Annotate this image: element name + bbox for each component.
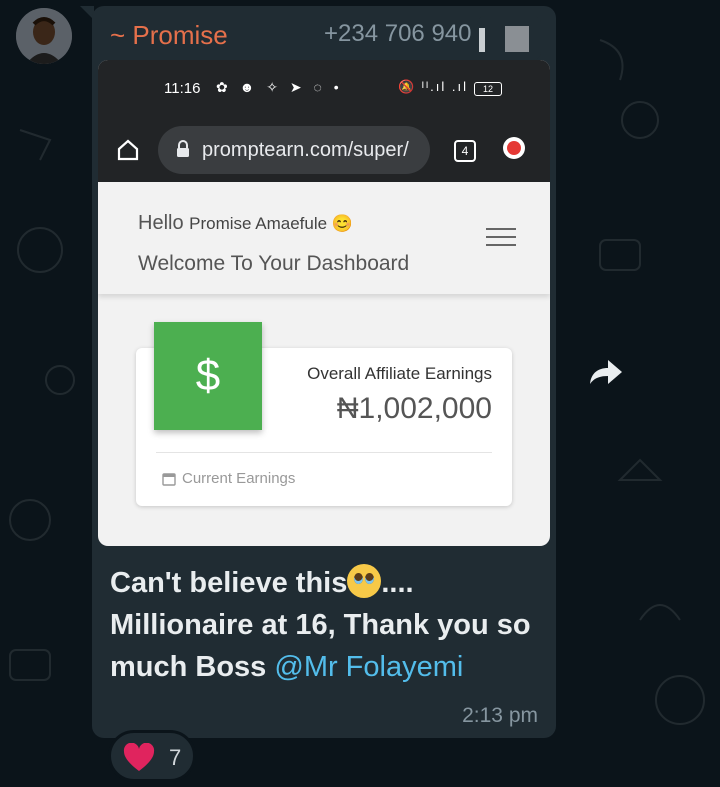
notification-icons: ✿ ☻ ✧ ➤ ◌ •	[216, 79, 343, 95]
message-line1: Can't believe this	[110, 567, 348, 599]
sender-name[interactable]: ~ Promise	[110, 20, 228, 51]
address-bar[interactable]: promptearn.com/super/	[158, 126, 430, 174]
tabs-icon[interactable]: 4	[454, 140, 476, 162]
status-time: 11:16	[164, 80, 201, 97]
menu-icon[interactable]	[486, 228, 516, 248]
battery-icon: 12	[474, 82, 502, 96]
earnings-value: ₦1,002,000	[336, 392, 492, 425]
user-name: Promise Amaefule 😊	[189, 214, 353, 233]
avatar[interactable]	[16, 8, 72, 64]
dollar-icon: $	[154, 322, 262, 430]
message-bubble[interactable]: ~ Promise +234 706 940 11:16 ✿ ☻ ✧ ➤ ◌ •…	[92, 6, 556, 738]
heart-icon	[123, 743, 155, 771]
greeting: Hello Promise Amaefule 😊	[138, 212, 353, 235]
message-timestamp: 2:13 pm	[462, 704, 538, 727]
sender-phone: +234 706 940	[324, 20, 472, 47]
welcome-text: Welcome To Your Dashboard	[138, 252, 410, 275]
browser-toolbar: promptearn.com/super/ 4	[98, 118, 550, 182]
update-icon[interactable]	[503, 137, 525, 159]
url-text: promptearn.com/super/	[202, 139, 409, 161]
attached-image[interactable]: 11:16 ✿ ☻ ✧ ➤ ◌ • 🔕 ᴵᴵ.ıl .ıl 12 prompte…	[98, 60, 550, 546]
pleading-face-emoji	[347, 564, 382, 598]
signal-icons: 🔕 ᴵᴵ.ıl .ıl	[398, 79, 468, 94]
redaction-block	[477, 16, 541, 60]
reaction-count: 7	[169, 745, 182, 770]
message-text: Can't believe this.... Millionaire at 16…	[110, 562, 540, 688]
earnings-label: Overall Affiliate Earnings	[307, 364, 492, 383]
message-line1-suffix: ....	[381, 567, 414, 599]
divider	[156, 452, 492, 453]
home-icon[interactable]	[116, 138, 140, 162]
dashboard-header: Hello Promise Amaefule 😊 Welcome To Your…	[98, 182, 550, 294]
reaction-pill[interactable]: 7	[108, 730, 196, 782]
mention-link[interactable]: @Mr Folayemi	[274, 651, 463, 683]
earnings-footer: Current Earnings	[182, 470, 296, 487]
status-bar: 11:16 ✿ ☻ ✧ ➤ ◌ • 🔕 ᴵᴵ.ıl .ıl 12	[98, 60, 550, 118]
lock-icon	[177, 140, 189, 157]
forward-icon[interactable]	[588, 356, 624, 388]
greeting-prefix: Hello	[138, 212, 190, 234]
calendar-icon	[162, 473, 176, 486]
